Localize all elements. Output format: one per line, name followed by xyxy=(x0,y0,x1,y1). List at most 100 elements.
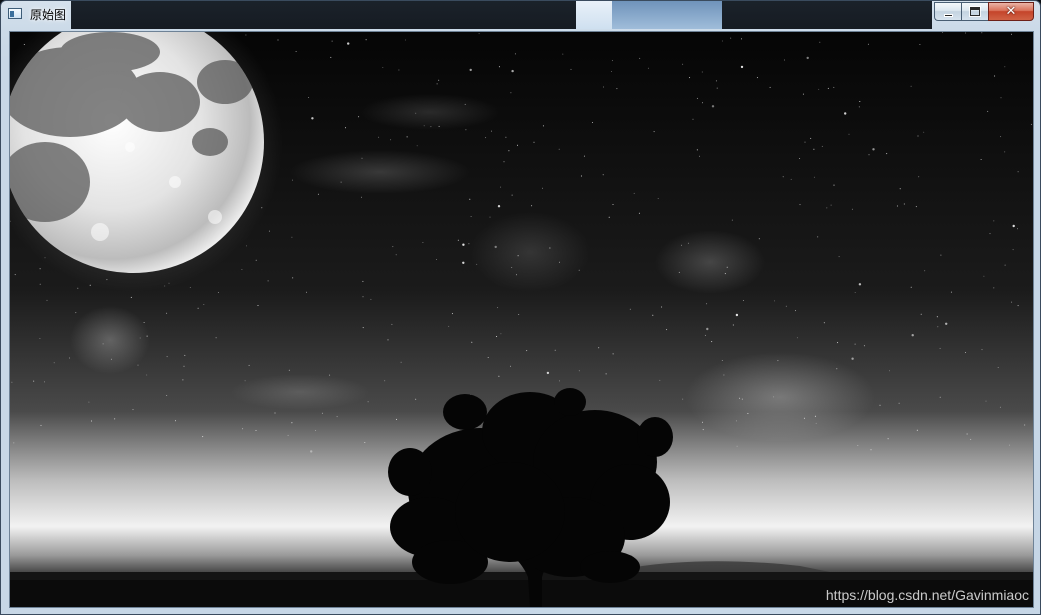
star xyxy=(1009,444,1010,446)
star xyxy=(415,398,417,400)
star xyxy=(40,424,42,426)
star xyxy=(396,418,397,420)
star xyxy=(448,325,450,327)
star xyxy=(711,105,715,108)
star xyxy=(939,347,941,349)
star xyxy=(468,243,470,245)
star xyxy=(464,103,466,105)
star xyxy=(580,175,582,177)
star xyxy=(868,154,870,156)
star xyxy=(854,343,856,345)
star xyxy=(784,59,785,61)
star xyxy=(197,307,199,309)
star xyxy=(1017,228,1018,230)
star xyxy=(1011,33,1012,35)
star xyxy=(923,131,925,133)
star xyxy=(438,125,440,127)
star xyxy=(246,245,247,247)
star xyxy=(329,374,331,376)
star xyxy=(603,86,604,88)
maximize-button[interactable] xyxy=(961,2,988,21)
star xyxy=(362,327,364,329)
star xyxy=(505,136,507,138)
star xyxy=(741,398,743,400)
star xyxy=(436,83,438,85)
star xyxy=(726,266,728,268)
star xyxy=(699,155,700,157)
star xyxy=(833,184,835,186)
star xyxy=(1000,97,1002,99)
star xyxy=(89,284,91,286)
star xyxy=(848,133,850,135)
star xyxy=(715,80,717,82)
app-window-icon[interactable] xyxy=(8,8,22,19)
star xyxy=(404,39,406,41)
star xyxy=(570,68,572,70)
star xyxy=(1017,305,1019,307)
star xyxy=(257,305,259,306)
image-window: 原始图 ✕ https://blog.csdn.net/Gavinmiaoc xyxy=(0,0,1041,615)
star xyxy=(288,369,290,371)
star xyxy=(919,44,921,45)
star xyxy=(438,79,440,81)
star xyxy=(758,238,760,240)
star xyxy=(742,300,744,301)
star xyxy=(903,203,905,205)
star xyxy=(721,40,723,42)
star xyxy=(608,216,610,218)
star xyxy=(696,149,698,151)
star xyxy=(782,176,784,178)
star xyxy=(241,269,243,270)
star xyxy=(732,324,734,326)
star xyxy=(611,60,613,62)
star xyxy=(730,37,732,39)
star xyxy=(661,306,663,308)
star xyxy=(863,345,865,347)
star xyxy=(268,230,270,232)
star xyxy=(485,137,487,139)
star xyxy=(511,69,514,73)
star xyxy=(137,364,139,366)
star xyxy=(612,353,614,355)
star xyxy=(915,206,917,208)
star xyxy=(508,150,510,152)
star xyxy=(736,445,738,447)
watermark-text: https://blog.csdn.net/Gavinmiaoc xyxy=(825,587,1029,603)
star xyxy=(102,343,104,345)
star xyxy=(638,212,640,214)
minimize-button[interactable] xyxy=(934,2,961,21)
star xyxy=(696,97,698,99)
star xyxy=(702,102,703,104)
star xyxy=(898,402,900,404)
night-scene-image xyxy=(10,32,1033,607)
maximize-icon xyxy=(969,6,981,17)
star xyxy=(362,280,364,282)
star xyxy=(203,304,205,305)
star xyxy=(390,139,392,141)
star xyxy=(384,380,386,382)
star xyxy=(470,216,472,217)
star xyxy=(652,314,654,316)
star xyxy=(358,116,360,118)
star xyxy=(827,87,829,89)
image-canvas[interactable]: https://blog.csdn.net/Gavinmiaoc xyxy=(9,31,1034,608)
star xyxy=(970,438,972,440)
star xyxy=(682,63,684,65)
star xyxy=(39,338,41,339)
star xyxy=(806,56,809,60)
close-button[interactable]: ✕ xyxy=(988,2,1034,21)
star xyxy=(242,428,244,430)
star xyxy=(33,380,35,382)
star xyxy=(790,178,792,180)
star xyxy=(430,126,432,128)
star xyxy=(183,365,185,367)
star xyxy=(248,364,250,366)
star xyxy=(598,347,600,349)
star xyxy=(347,42,350,45)
star xyxy=(1012,249,1014,251)
titlebar[interactable]: 原始图 ✕ xyxy=(1,1,1040,29)
star xyxy=(46,299,48,301)
star xyxy=(465,129,467,131)
star xyxy=(773,396,775,398)
star xyxy=(491,130,492,132)
